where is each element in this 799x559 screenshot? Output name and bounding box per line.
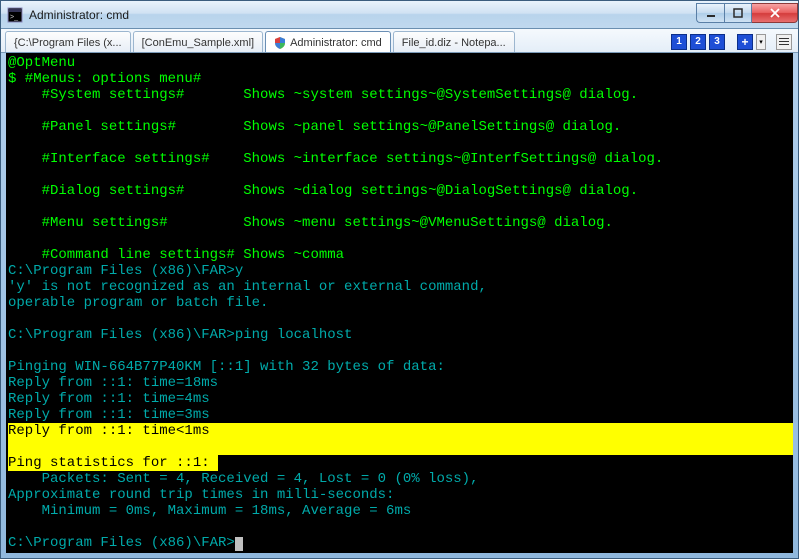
term-line xyxy=(8,343,793,359)
tabbar-controls: 1 2 3 + ▾ xyxy=(671,31,794,52)
term-line: Approximate round trip times in milli-se… xyxy=(8,487,793,503)
app-icon: >_ xyxy=(7,7,23,23)
term-line: C:\Program Files (x86)\FAR>y xyxy=(8,263,793,279)
term-line-selected xyxy=(8,439,793,455)
term-line xyxy=(8,231,793,247)
svg-text:>_: >_ xyxy=(10,14,18,21)
term-line: #Menu settings# Shows ~menu settings~@VM… xyxy=(8,215,793,231)
prompt-line: C:\Program Files (x86)\FAR> xyxy=(8,535,793,551)
minimize-icon xyxy=(706,8,716,18)
minimize-button[interactable] xyxy=(696,3,724,23)
window-title: Administrator: cmd xyxy=(29,8,696,22)
term-line: Reply from ::1: time=4ms xyxy=(8,391,793,407)
term-line: C:\Program Files (x86)\FAR>ping localhos… xyxy=(8,327,793,343)
shield-icon xyxy=(274,37,286,49)
menu-button[interactable] xyxy=(776,34,792,50)
titlebar[interactable]: >_ Administrator: cmd xyxy=(1,1,798,29)
console-1-button[interactable]: 1 xyxy=(671,34,687,50)
term-text: Ping statistics for ::1: xyxy=(8,455,210,471)
term-line: 'y' is not recognized as an internal or … xyxy=(8,279,793,295)
term-line xyxy=(8,167,793,183)
term-line: Packets: Sent = 4, Received = 4, Lost = … xyxy=(8,471,793,487)
tab-program-files[interactable]: {C:\Program Files (x... xyxy=(5,31,131,52)
term-line: operable program or batch file. xyxy=(8,295,793,311)
new-console-button[interactable]: + xyxy=(737,34,753,50)
term-line: #Interface settings# Shows ~interface se… xyxy=(8,151,793,167)
term-line: @OptMenu xyxy=(8,55,793,71)
term-line: $ #Menus: options menu# xyxy=(8,71,793,87)
close-button[interactable] xyxy=(752,3,798,23)
new-console-dropdown[interactable]: ▾ xyxy=(756,34,766,50)
term-text: Reply from xyxy=(8,423,100,439)
maximize-icon xyxy=(733,8,743,18)
term-line xyxy=(8,311,793,327)
selection-end xyxy=(210,455,218,471)
tab-label: {C:\Program Files (x... xyxy=(14,37,122,49)
term-line-selected: Ping statistics for ::1: xyxy=(8,455,793,471)
term-line: Minimum = 0ms, Maximum = 18ms, Average =… xyxy=(8,503,793,519)
term-line: #Command line settings# Shows ~comma xyxy=(8,247,793,263)
term-line: Pinging WIN-664B77P40KM [::1] with 32 by… xyxy=(8,359,793,375)
tab-notepad[interactable]: File_id.diz - Notepa... xyxy=(393,31,515,52)
cursor xyxy=(235,537,243,551)
close-icon xyxy=(769,8,781,18)
term-line: Reply from ::1: time=18ms xyxy=(8,375,793,391)
window-controls xyxy=(696,3,798,23)
console-2-button[interactable]: 2 xyxy=(690,34,706,50)
term-line: #Dialog settings# Shows ~dialog settings… xyxy=(8,183,793,199)
tab-bar: {C:\Program Files (x... [ConEmu_Sample.x… xyxy=(1,29,798,53)
term-line xyxy=(8,103,793,119)
tabbar-spacer xyxy=(517,31,669,52)
tab-conemu-sample[interactable]: [ConEmu_Sample.xml] xyxy=(133,31,264,52)
prompt: C:\Program Files (x86)\FAR> xyxy=(8,535,235,551)
console-3-button[interactable]: 3 xyxy=(709,34,725,50)
term-text: ::1: time<1ms xyxy=(100,423,209,439)
term-line xyxy=(8,199,793,215)
tab-label: Administrator: cmd xyxy=(290,37,382,49)
terminal[interactable]: @OptMenu $ #Menus: options menu# #System… xyxy=(6,53,793,553)
term-line: #System settings# Shows ~system settings… xyxy=(8,87,793,103)
term-line: Reply from ::1: time=3ms xyxy=(8,407,793,423)
term-line xyxy=(8,135,793,151)
tab-label: File_id.diz - Notepa... xyxy=(402,37,506,49)
term-line: #Panel settings# Shows ~panel settings~@… xyxy=(8,119,793,135)
tab-admin-cmd[interactable]: Administrator: cmd xyxy=(265,31,391,52)
term-line-selected: Reply from ::1: time<1ms xyxy=(8,423,793,439)
maximize-button[interactable] xyxy=(724,3,752,23)
tab-label: [ConEmu_Sample.xml] xyxy=(142,37,255,49)
window-frame: >_ Administrator: cmd {C:\Program Files … xyxy=(0,0,799,559)
term-line xyxy=(8,519,793,535)
